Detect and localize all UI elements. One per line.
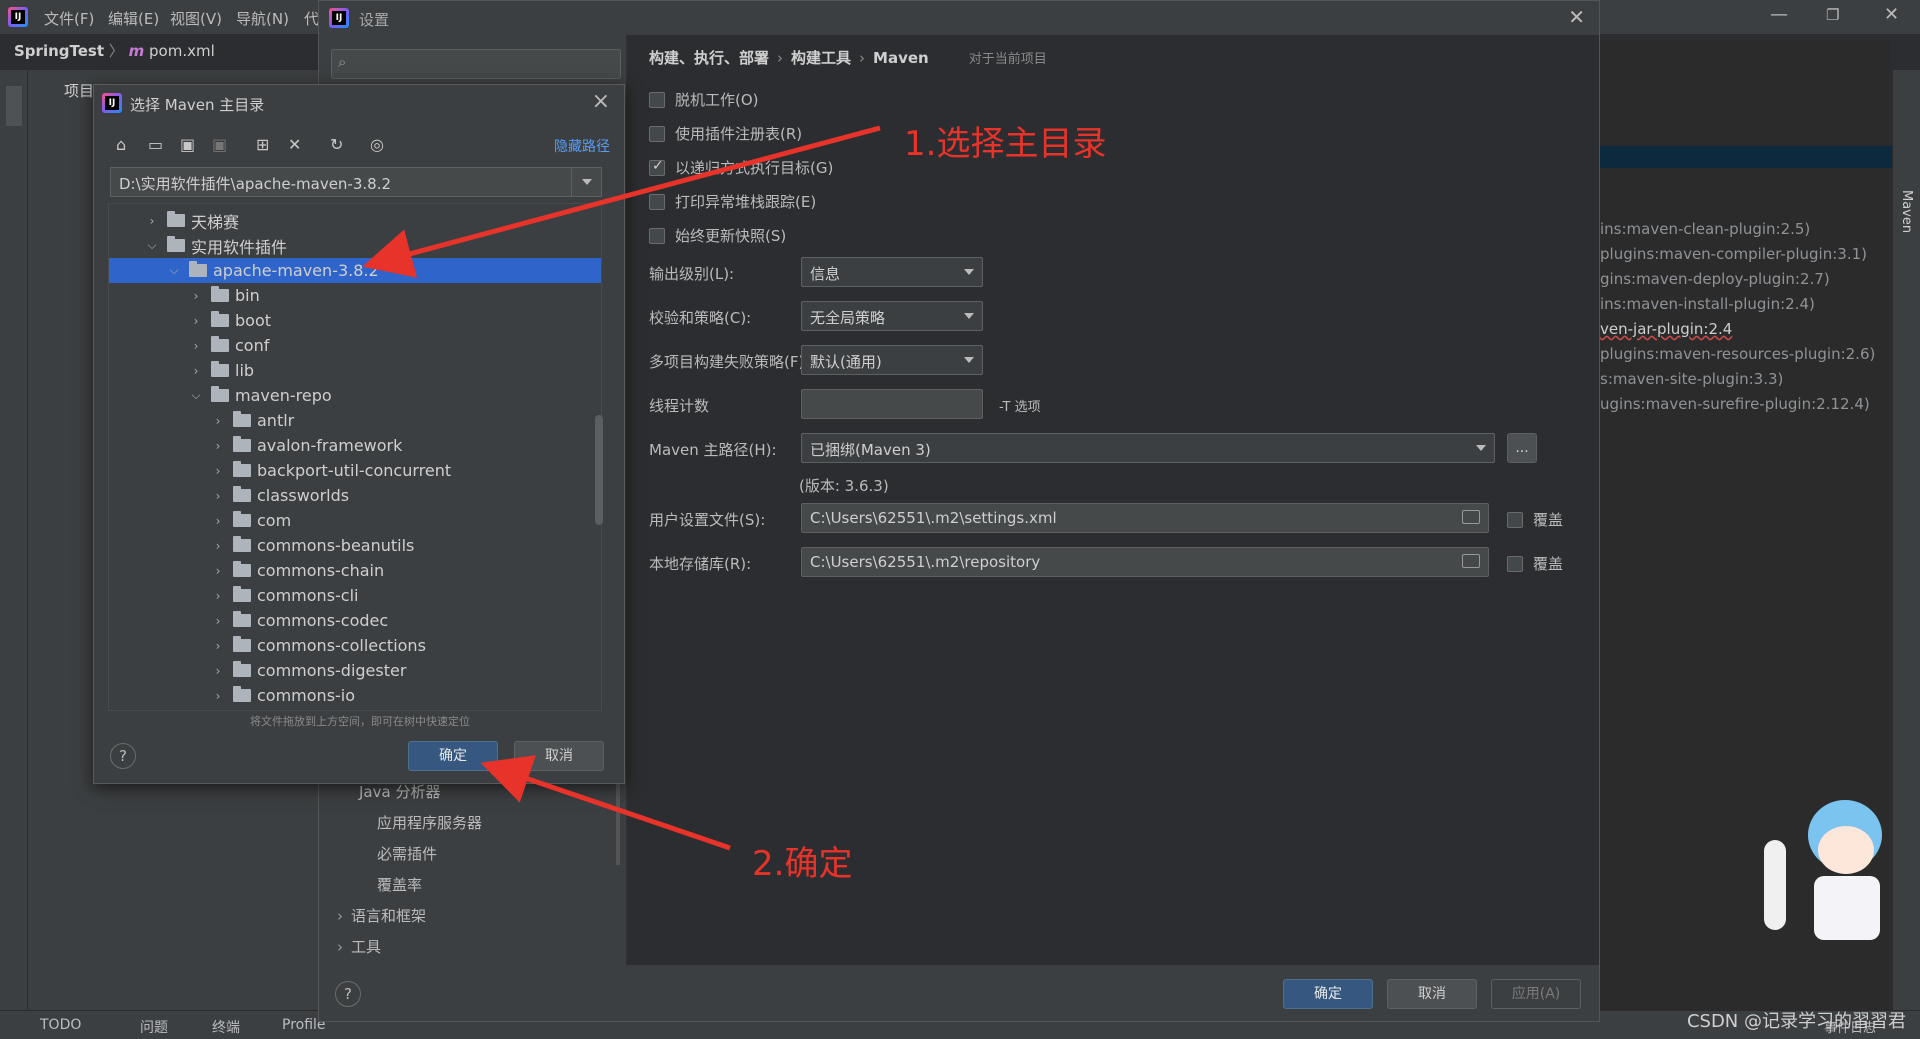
arrow-step2 bbox=[480, 755, 731, 851]
anime-character-sticker bbox=[1764, 796, 1890, 946]
annotation-step1: 1.选择主目录 bbox=[904, 124, 1107, 164]
watermark-text: CSDN @记录学习的習習君 bbox=[1686, 1011, 1906, 1032]
ime-toolbar[interactable] bbox=[1764, 840, 1786, 930]
annotation-step2: 2.确定 bbox=[752, 844, 853, 884]
arrow-step1 bbox=[362, 125, 881, 278]
